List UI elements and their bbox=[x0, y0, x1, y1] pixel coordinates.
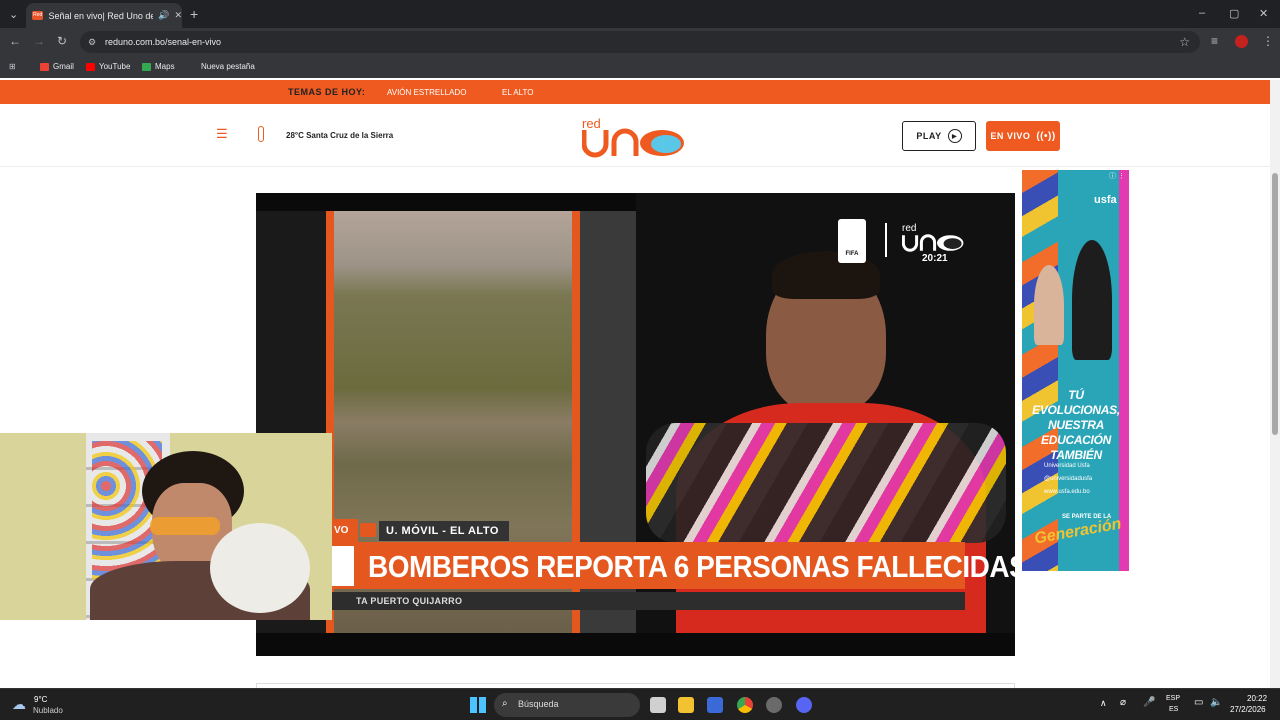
page-scrollbar[interactable] bbox=[1270, 80, 1280, 690]
topics-label: TEMAS DE HOY: bbox=[288, 87, 366, 97]
live-button[interactable]: EN VIVO ((•)) bbox=[986, 121, 1060, 151]
search-placeholder: Búsqueda bbox=[518, 699, 559, 709]
ad-social-facebook: Universidad Usfa bbox=[1044, 463, 1090, 469]
ad-social-list: Universidad Usfa @universidadusfa www.us… bbox=[1044, 460, 1092, 499]
ad-info-icon[interactable]: ⓘ ⋮ bbox=[1109, 171, 1125, 181]
browser-tabstrip: ⌄ Red Señal en vivo| Red Uno de 🔊 ✕ + – … bbox=[0, 0, 1280, 28]
headline-n-logo bbox=[332, 546, 354, 586]
site-info-icon[interactable]: ⚙ bbox=[88, 31, 96, 53]
discord-icon[interactable] bbox=[796, 697, 812, 713]
favicon-icon: Red bbox=[32, 11, 44, 20]
ad-person-boy bbox=[1072, 240, 1112, 360]
windows-start-icon[interactable] bbox=[470, 697, 486, 713]
channel-uno-logo bbox=[902, 234, 964, 252]
profile-avatar[interactable] bbox=[1235, 35, 1248, 48]
ad-social-web: www.usfa.edu.bo bbox=[1044, 489, 1090, 495]
display-icon[interactable]: ▭ bbox=[1194, 697, 1203, 708]
weather-temp: 9°C bbox=[34, 695, 48, 704]
clock-time[interactable]: 20:22 bbox=[1247, 694, 1267, 703]
forward-icon[interactable]: → bbox=[33, 34, 45, 48]
ad-brand: usfa bbox=[1094, 194, 1117, 206]
badge-divider bbox=[885, 223, 887, 257]
tab-search-icon[interactable]: ⌄ bbox=[9, 8, 18, 21]
play-label: PLAY bbox=[916, 131, 942, 141]
weather-text: 28°C Santa Cruz de la Sierra bbox=[286, 131, 394, 140]
fifa-label: FIFA bbox=[845, 251, 859, 257]
lang-bottom[interactable]: ES bbox=[1169, 706, 1178, 713]
topic-link-avion[interactable]: AVIÓN ESTRELLADO bbox=[387, 88, 466, 97]
maximize-icon[interactable]: ▢ bbox=[1229, 7, 1239, 20]
ticker-text: TA PUERTO QUIJARRO bbox=[356, 596, 463, 606]
headline-text: BOMBEROS REPORTA 6 PERSONAS FALLECIDAS bbox=[368, 549, 1015, 584]
topic-link-el-alto[interactable]: EL ALTO bbox=[502, 88, 533, 97]
media-control-icon[interactable]: ≡ bbox=[1211, 34, 1218, 48]
red-uno-logo[interactable] bbox=[582, 128, 688, 158]
video-clock: 20:21 bbox=[922, 253, 948, 264]
mic-icon[interactable]: 🎤 bbox=[1143, 697, 1155, 708]
thermometer-icon bbox=[258, 126, 264, 142]
location-tag-bar: U. MÓVIL - EL ALTO bbox=[379, 521, 509, 541]
apps-icon[interactable]: ⊞ bbox=[9, 62, 16, 71]
network-icon[interactable]: ⌀ bbox=[1120, 697, 1126, 708]
file-explorer-icon[interactable] bbox=[678, 697, 694, 713]
tray-chevron-icon[interactable]: ∧ bbox=[1100, 698, 1107, 709]
search-icon: ⌕ bbox=[502, 698, 508, 709]
menu-icon[interactable]: ⋮ bbox=[1262, 34, 1274, 48]
copilot-icon[interactable] bbox=[766, 697, 782, 713]
ad-social-instagram: @universidadusfa bbox=[1044, 476, 1093, 482]
youtube-icon bbox=[86, 62, 95, 71]
menu-search-icon[interactable]: ☰ bbox=[216, 126, 228, 142]
maps-icon bbox=[142, 62, 151, 71]
clock-date[interactable]: 27/2/2026 bbox=[1230, 705, 1266, 714]
topics-bar: TEMAS DE HOY: AVIÓN ESTRELLADO EL ALTO bbox=[0, 80, 1270, 104]
ad-left-pattern bbox=[1022, 170, 1058, 571]
microphone-group bbox=[646, 423, 1006, 543]
bookmark-new-tab[interactable]: Nueva pestaña bbox=[201, 62, 255, 71]
broadcast-icon: ((•)) bbox=[1036, 130, 1056, 142]
play-circle-icon: ▶ bbox=[947, 129, 962, 143]
back-icon[interactable]: ← bbox=[9, 34, 21, 48]
bookmarks-bar: ⊞ Gmail YouTube Maps Nueva pestaña bbox=[0, 56, 1280, 78]
fifa-badge: FIFA bbox=[838, 219, 866, 263]
task-view-icon[interactable] bbox=[650, 697, 666, 713]
tab-active[interactable]: Red Señal en vivo| Red Uno de 🔊 ✕ bbox=[26, 3, 182, 28]
store-icon[interactable] bbox=[707, 697, 723, 713]
chrome-icon[interactable] bbox=[737, 697, 753, 713]
camera-icon bbox=[360, 523, 376, 537]
bookmark-gmail[interactable]: Gmail bbox=[40, 62, 74, 71]
bookmark-maps[interactable]: Maps bbox=[142, 62, 175, 71]
advertisement[interactable]: usfa ⓘ ⋮ TÚ EVOLUCIONAS, NUESTRA EDUCACI… bbox=[1022, 170, 1129, 571]
channel-red-text: red bbox=[902, 223, 917, 234]
ad-right-strip bbox=[1119, 170, 1129, 571]
weather-desc: Nublado bbox=[33, 706, 63, 715]
play-button[interactable]: PLAY ▶ bbox=[902, 121, 976, 151]
webcam-overlay bbox=[0, 433, 332, 620]
video-player[interactable]: FIFA red 20:21 U. MÓVIL - EL ALTO VO BOM… bbox=[256, 193, 1015, 656]
reload-icon[interactable]: ↻ bbox=[57, 34, 67, 48]
streamer-glasses bbox=[150, 517, 220, 535]
tab-close-icon[interactable]: ✕ bbox=[174, 10, 182, 21]
cloud-icon: ☁ bbox=[12, 696, 26, 712]
url-text: reduno.com.bo/senal-en-vivo bbox=[105, 37, 222, 47]
live-badge: VO bbox=[332, 519, 358, 543]
windows-taskbar: ☁ 9°C Nublado ⌕ Búsqueda ∧ ⌀ 🎤 ESP ES ▭ … bbox=[0, 688, 1280, 720]
close-window-icon[interactable]: ✕ bbox=[1259, 7, 1268, 20]
streamer-fur-collar bbox=[210, 523, 310, 613]
ad-slogan: TÚ EVOLUCIONAS, NUESTRA EDUCACIÓN TAMBIÉ… bbox=[1032, 388, 1120, 462]
gmail-icon bbox=[40, 62, 49, 71]
taskbar-search-box[interactable]: ⌕ Búsqueda bbox=[494, 693, 640, 717]
bookmark-youtube[interactable]: YouTube bbox=[86, 62, 130, 71]
new-tab-icon[interactable]: + bbox=[190, 6, 198, 22]
live-label: EN VIVO bbox=[990, 131, 1031, 141]
lang-top[interactable]: ESP bbox=[1166, 695, 1180, 702]
scrollbar-thumb[interactable] bbox=[1272, 173, 1278, 435]
volume-icon[interactable]: 🔈 bbox=[1210, 697, 1222, 708]
tab-title: Señal en vivo| Red Uno de bbox=[48, 10, 154, 21]
browser-toolbar: ← → ↻ ⚙ reduno.com.bo/senal-en-vivo ☆ ≡ … bbox=[0, 28, 1280, 56]
bookmark-star-icon[interactable]: ☆ bbox=[1179, 31, 1190, 53]
minimize-icon[interactable]: – bbox=[1199, 7, 1205, 19]
speaker-icon: 🔊 bbox=[158, 10, 170, 20]
ad-person-girl bbox=[1034, 265, 1064, 345]
address-bar[interactable]: ⚙ reduno.com.bo/senal-en-vivo ☆ bbox=[80, 31, 1200, 53]
